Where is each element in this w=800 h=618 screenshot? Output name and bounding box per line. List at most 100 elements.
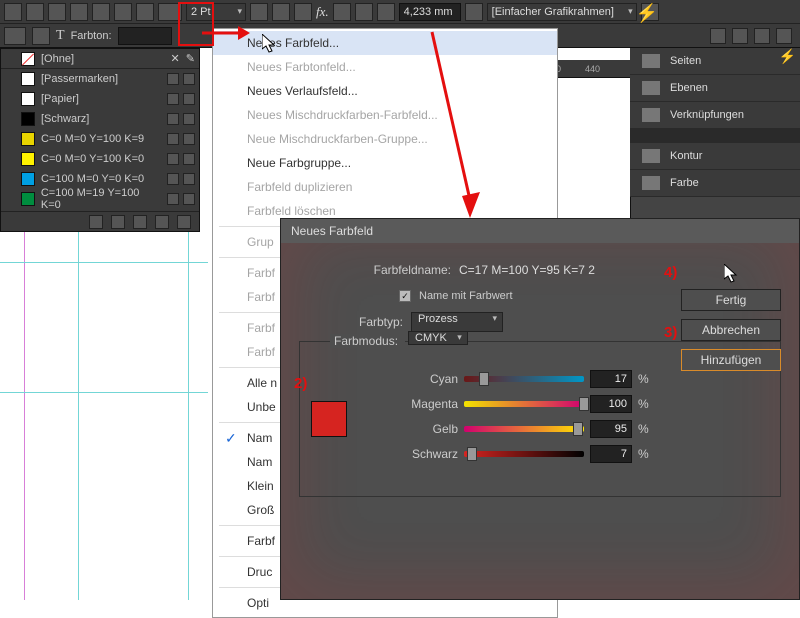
stroke-fill-toggle[interactable]	[158, 3, 182, 21]
color-type-label: Farbtyp:	[299, 315, 403, 329]
new-swatch-icon[interactable]	[111, 215, 125, 229]
color-type-select[interactable]: Prozess	[411, 312, 503, 332]
swatch-chip	[21, 132, 35, 146]
panel-label: Farbe	[670, 177, 699, 189]
slider-thumb[interactable]	[467, 447, 477, 461]
tool-icon[interactable]	[114, 3, 132, 21]
menu-item: Farbfeld duplizieren	[213, 175, 557, 199]
swatch-type-icon	[167, 113, 179, 125]
color-mode-select[interactable]: CMYK	[408, 331, 468, 345]
stroke-weight-select[interactable]: 2 Pt	[186, 3, 246, 21]
slider-thumb[interactable]	[479, 372, 489, 386]
swatch-label: C=100 M=0 Y=0 K=0	[41, 173, 144, 185]
panel-item[interactable]: Ebenen	[630, 75, 800, 102]
right-dock-list: Seiten EbenenVerknüpfungen Kontur Farbe	[630, 48, 800, 197]
channel-value-input[interactable]	[590, 445, 632, 463]
name-with-value-checkbox[interactable]: ✓	[399, 290, 411, 302]
channel-value-input[interactable]	[590, 370, 632, 388]
swatch-type-icon	[167, 73, 179, 85]
slider-track[interactable]	[464, 426, 584, 432]
tool-icon[interactable]	[377, 3, 395, 21]
swatch-row[interactable]: [Passermarken]	[1, 69, 199, 89]
new-group-icon[interactable]	[89, 215, 103, 229]
slider-track[interactable]	[464, 376, 584, 382]
dialog-title: Neues Farbfeld	[281, 219, 799, 243]
percent-label: %	[638, 397, 652, 411]
apply-container-icon[interactable]	[32, 27, 50, 45]
panel-item[interactable]: Verknüpfungen	[630, 102, 800, 129]
tool-icon[interactable]	[4, 3, 22, 21]
new-swatch-icon[interactable]	[155, 215, 169, 229]
swatch-list: [Passermarken] [Papier] [Schwarz] C=0 M=…	[1, 69, 199, 209]
panel-item[interactable]: Farbe	[630, 170, 800, 197]
panel-label: Seiten	[670, 55, 701, 67]
swatch-chip	[21, 92, 35, 106]
channel-label: Schwarz	[358, 447, 458, 461]
cmyk-sliders: Cyan %Magenta %Gelb %Schwarz %	[358, 366, 764, 466]
margin-guide	[24, 232, 25, 600]
panel-item[interactable]: Kontur	[630, 143, 800, 170]
new-swatch-icon[interactable]	[133, 215, 147, 229]
swatch-mode-icon	[183, 73, 195, 85]
swatch-row[interactable]: C=0 M=0 Y=100 K=9	[1, 129, 199, 149]
slider-thumb[interactable]	[579, 397, 589, 411]
tool-icon[interactable]	[333, 3, 351, 21]
tool-icon[interactable]	[48, 3, 66, 21]
guide	[0, 262, 208, 263]
percent-label: %	[638, 372, 652, 386]
slider-thumb[interactable]	[573, 422, 583, 436]
menu-item[interactable]: Neues Verlaufsfeld...	[213, 79, 557, 103]
tool-icon[interactable]	[754, 28, 770, 44]
tool-icon[interactable]	[776, 28, 792, 44]
tool-icon[interactable]	[26, 3, 44, 21]
tool-icon[interactable]	[355, 3, 373, 21]
slider-track[interactable]	[464, 451, 584, 457]
panel-item[interactable]: Seiten	[630, 48, 800, 75]
swatch-label: C=0 M=0 Y=100 K=9	[41, 133, 144, 145]
swatch-chip	[21, 112, 35, 126]
tool-icon[interactable]	[70, 3, 88, 21]
swatch-none-row[interactable]: [Ohne] ✕ ✎	[1, 49, 199, 69]
channel-value-input[interactable]	[590, 420, 632, 438]
fx-icon[interactable]: fx.	[316, 4, 329, 20]
ok-button[interactable]: Fertig	[681, 289, 781, 311]
tool-icon[interactable]	[465, 3, 483, 21]
swatch-type-icon	[167, 173, 179, 185]
tool-icon[interactable]	[250, 3, 268, 21]
menu-item: Neue Mischdruckfarben-Gruppe...	[213, 127, 557, 151]
apply-text-icon[interactable]: T	[56, 28, 65, 44]
menu-item[interactable]: Neues Farbfeld...	[213, 31, 557, 55]
swatch-label: [Schwarz]	[41, 113, 89, 125]
swatch-row[interactable]: [Papier]	[1, 89, 199, 109]
document-canvas[interactable]	[0, 232, 208, 600]
swatch-row[interactable]: [Schwarz]	[1, 109, 199, 129]
tool-icon[interactable]	[710, 28, 726, 44]
swatch-name-label: Farbfeldname:	[321, 263, 451, 277]
size-input[interactable]	[399, 3, 461, 21]
slider-track[interactable]	[464, 401, 584, 407]
frame-preset-select[interactable]: [Einfacher Grafikrahmen]	[487, 3, 637, 21]
swatch-chip	[21, 192, 35, 206]
tool-icon[interactable]	[294, 3, 312, 21]
panel-icon	[642, 81, 660, 95]
tool-icon[interactable]	[272, 3, 290, 21]
swatch-row[interactable]: C=100 M=19 Y=100 K=0	[1, 189, 199, 209]
add-button[interactable]: Hinzufügen	[681, 349, 781, 371]
cmyk-slider-row: Gelb %	[358, 416, 764, 441]
tool-icon[interactable]	[92, 3, 110, 21]
channel-value-input[interactable]	[590, 395, 632, 413]
menu-item[interactable]: Neue Farbgruppe...	[213, 151, 557, 175]
dialog-buttons: Fertig Abbrechen Hinzufügen	[681, 289, 781, 371]
trash-icon[interactable]	[177, 215, 191, 229]
tool-icon[interactable]	[732, 28, 748, 44]
swatch-label: C=0 M=0 Y=100 K=0	[41, 153, 144, 165]
fill-stroke-icon[interactable]	[4, 27, 26, 45]
tool-icon[interactable]	[136, 3, 154, 21]
swatch-row[interactable]: C=0 M=0 Y=100 K=0	[1, 149, 199, 169]
cancel-button[interactable]: Abbrechen	[681, 319, 781, 341]
guide	[78, 232, 79, 600]
panel-icon	[642, 54, 660, 68]
tint-input[interactable]	[118, 27, 172, 45]
swatch-row[interactable]: C=100 M=0 Y=0 K=0	[1, 169, 199, 189]
toolbar-row-1: 2 Pt fx. [Einfacher Grafikrahmen]	[0, 0, 800, 24]
